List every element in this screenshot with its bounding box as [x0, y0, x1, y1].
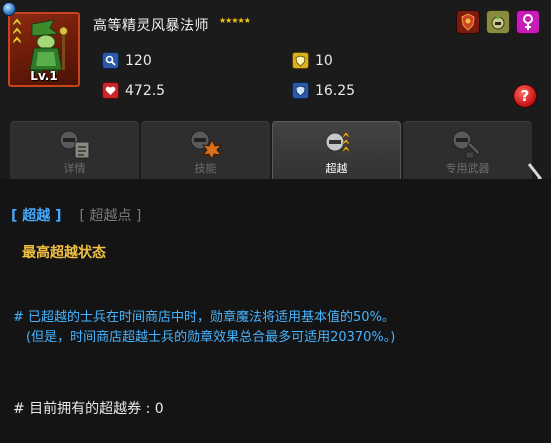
- tab-bar: 详情 技能 超越 专用武器: [10, 121, 540, 179]
- note-line-1: # 已超越的士兵在时间商店中时，勋章魔法将适用基本值的50%。: [13, 310, 395, 325]
- help-button[interactable]: ?: [513, 84, 537, 108]
- owned-tickets: # 目前拥有的超越券 : 0: [13, 401, 164, 417]
- attack-icon: [102, 52, 119, 69]
- shield-blue-icon: [292, 82, 309, 99]
- shield-gold-icon: [292, 52, 309, 69]
- helmet-icon[interactable]: [486, 10, 510, 34]
- stat-magic-defense: 16.25: [292, 82, 355, 99]
- note-line-2: (但是，时间商店超越士兵的勋章效果总合最多可适用20370%。): [26, 330, 396, 345]
- scroll-icon: [59, 130, 89, 159]
- tab-label: 超越: [325, 162, 348, 175]
- subtab-bar: [ 超越 ] [ 超越点 ]: [11, 205, 141, 225]
- max-transcend-state: 最高超越状态: [22, 245, 106, 261]
- defense-value: 10: [315, 52, 333, 69]
- tab-transcend[interactable]: 超越: [272, 121, 401, 179]
- burst-icon: [190, 130, 222, 160]
- unit-level: Lv.1: [30, 69, 58, 83]
- tab-label: 专用武器: [445, 162, 490, 175]
- tab-label: 技能: [194, 162, 217, 175]
- magic-defense-value: 16.25: [315, 82, 356, 99]
- hp-value: 472.5: [125, 82, 166, 99]
- unit-detail-panel: Lv.1 高等精灵风暴法师 ★★★★★ 120 10 472.5 16.25 ?…: [0, 0, 551, 443]
- stat-attack: 120: [102, 52, 152, 69]
- female-icon[interactable]: [516, 10, 540, 34]
- rank-chevron-icon: [12, 17, 22, 45]
- subtab-transcend[interactable]: [ 超越 ]: [11, 208, 62, 224]
- unit-name: 高等精灵风暴法师: [93, 18, 209, 34]
- chevron-rank-icon: [325, 131, 349, 153]
- subtab-transcend-points[interactable]: [ 超越点 ]: [80, 208, 142, 224]
- star-rating: ★★★★★: [219, 16, 251, 25]
- badge-icon[interactable]: [456, 10, 480, 34]
- stat-defense: 10: [292, 52, 333, 69]
- weapon-icon: [452, 130, 481, 159]
- tab-details[interactable]: 详情: [10, 121, 139, 179]
- stat-hp: 472.5: [102, 82, 165, 99]
- tab-label: 详情: [63, 162, 86, 175]
- attack-value: 120: [125, 52, 152, 69]
- heart-icon: [102, 82, 119, 99]
- tab-skills[interactable]: 技能: [141, 121, 270, 179]
- tab-exclusive-weapon[interactable]: 专用武器: [403, 121, 532, 179]
- gem-icon: [2, 2, 16, 16]
